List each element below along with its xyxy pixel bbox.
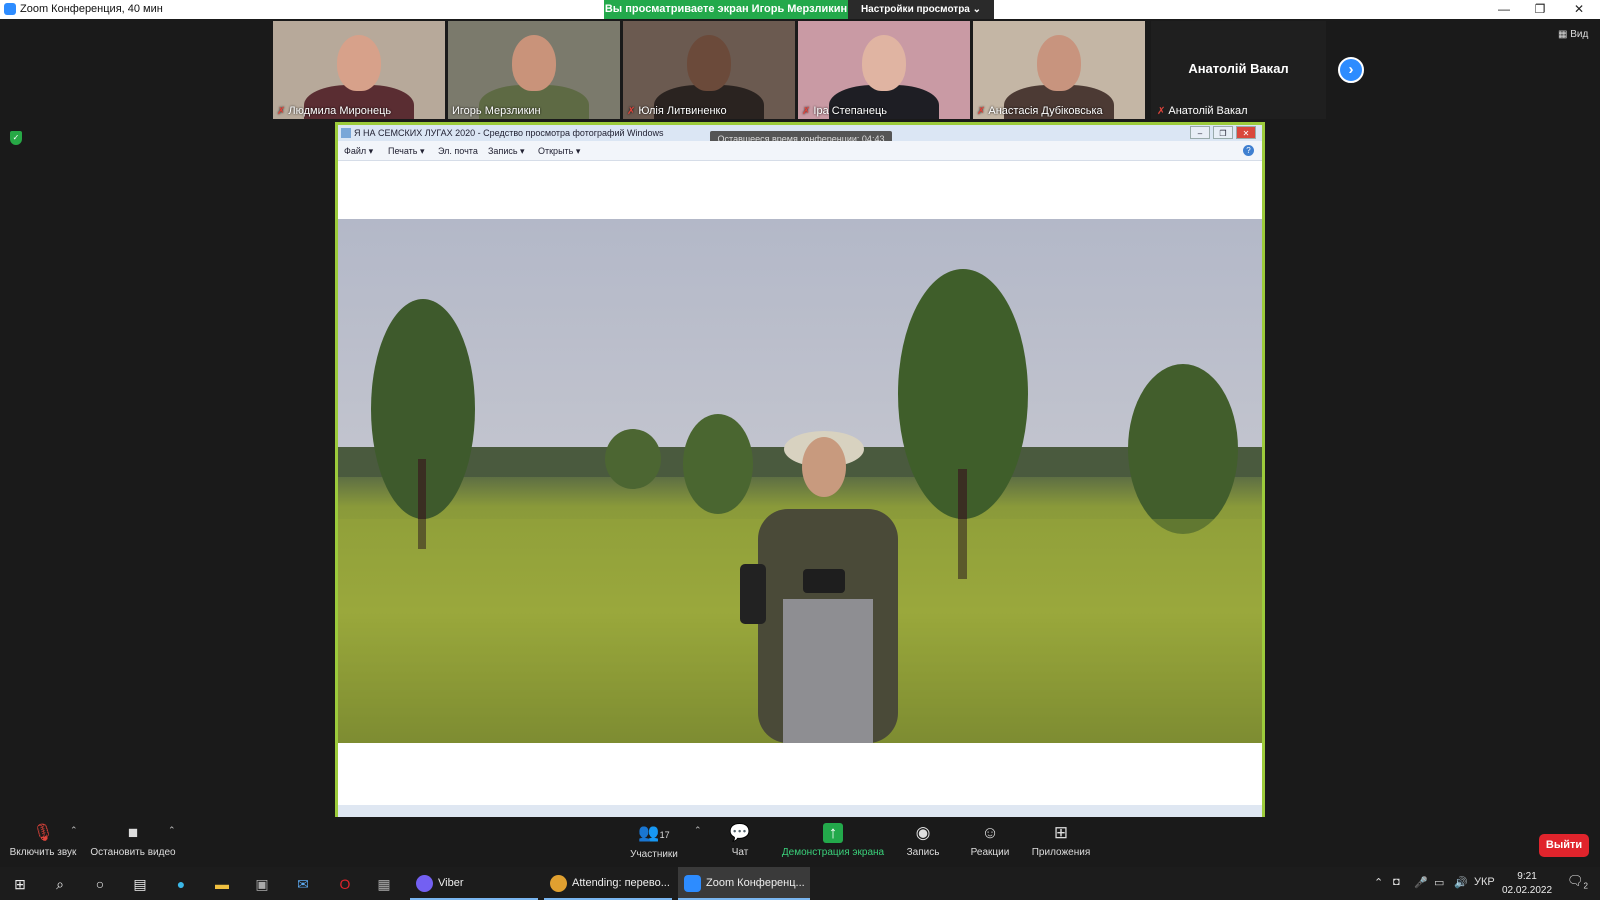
field-landscape-photo — [338, 269, 1262, 743]
system-clock[interactable]: 9:21 02.02.2022 — [1502, 870, 1552, 898]
stop-video-button[interactable]: ■ Остановить видео — [88, 823, 178, 858]
pv-restore-button: ❐ — [1213, 126, 1233, 139]
participant-name: ✗ Іра Степанець — [802, 105, 888, 117]
close-button[interactable]: ✕ — [1561, 0, 1597, 19]
zoom-icon — [684, 875, 701, 892]
shared-screen: Я НА СЕМСКИХ ЛУГАХ 2020 - Средство просм… — [335, 122, 1265, 822]
menu-burn: Запись ▾ — [488, 146, 525, 156]
participant-tile[interactable]: ✗ Анастасія Дубіковська — [973, 21, 1145, 119]
security-shield-icon[interactable]: ✓ — [10, 131, 22, 145]
opera-icon[interactable]: O — [336, 875, 354, 893]
record-icon: ◉ — [915, 823, 931, 842]
task-view-icon[interactable]: ▤ — [131, 875, 149, 893]
volume-icon[interactable]: 🔊 — [1454, 876, 1468, 889]
menu-file: Файл ▾ — [344, 146, 374, 156]
shared-photo — [338, 219, 1262, 743]
grid-icon: ▦ — [1558, 29, 1571, 40]
store-icon[interactable]: ▣ — [253, 875, 271, 893]
photo-viewer-menu: Файл ▾ Печать ▾ Эл. почта Запись ▾ Откры… — [338, 141, 1262, 161]
chat-button[interactable]: 💬 Чат — [725, 823, 755, 858]
participants-icon: 👥17 — [638, 823, 670, 842]
pv-close-button: ✕ — [1236, 126, 1256, 139]
search-icon[interactable]: ⌕ — [51, 875, 69, 893]
pv-minimize-button: – — [1190, 126, 1210, 139]
window-titlebar: Zoom Конференция, 40 мин Вы просматривае… — [0, 0, 1600, 19]
leave-meeting-button[interactable]: Выйти — [1539, 834, 1589, 857]
participant-name: ✗ Анастасія Дубіковська — [977, 105, 1103, 117]
share-screen-button[interactable]: ↑ Демонстрация экрана — [778, 823, 888, 858]
apps-button[interactable]: ⊞ Приложения — [1029, 823, 1093, 858]
participant-name: Игорь Мерзликин — [452, 105, 541, 117]
participant-tile[interactable]: Игорь Мерзликин — [448, 21, 620, 119]
video-options-chevron-icon[interactable]: ⌃ — [168, 825, 176, 836]
window-title: Zoom Конференция, 40 мин — [20, 3, 163, 15]
photo-viewer-icon — [341, 128, 351, 138]
smiley-icon: ☺ — [981, 823, 999, 842]
camera-icon: ■ — [127, 823, 139, 842]
participant-name: ✗ Людмила Миронець — [277, 105, 392, 117]
participant-tile[interactable]: ✗ Іра Степанець — [798, 21, 970, 119]
view-button[interactable]: ▦ Вид — [1558, 29, 1588, 40]
mic-muted-icon: ✗ — [627, 106, 636, 117]
network-icon[interactable]: ▭ — [1434, 876, 1444, 889]
windows-start-icon[interactable]: ⊞ — [11, 875, 29, 893]
mic-muted-icon: ✗ — [802, 106, 811, 117]
photo-viewer-title: Я НА СЕМСКИХ ЛУГАХ 2020 - Средство просм… — [354, 128, 664, 138]
apps-icon: ⊞ — [1053, 823, 1069, 842]
help-icon: ? — [1243, 145, 1254, 156]
face-shape — [337, 35, 381, 91]
participant-tile[interactable]: ✗ Юлія Литвиненко — [623, 21, 795, 119]
face-shape — [862, 35, 906, 91]
participants-options-chevron-icon[interactable]: ⌃ — [694, 825, 702, 836]
cortana-icon[interactable]: ○ — [91, 875, 109, 893]
participant-name: ✗ Юлія Литвиненко — [627, 105, 727, 117]
participants-button[interactable]: 👥17 Участники — [622, 823, 686, 860]
file-explorer-icon[interactable]: ▬ — [213, 875, 231, 893]
chrome-icon — [550, 875, 567, 892]
chat-icon: 💬 — [729, 823, 751, 842]
unmute-button[interactable]: 🎙 Включить звук — [8, 823, 78, 858]
restore-button[interactable]: ❐ — [1522, 0, 1558, 19]
audio-options-chevron-icon[interactable]: ⌃ — [70, 825, 78, 836]
input-language[interactable]: УКР — [1474, 876, 1495, 888]
participant-display-name: Анатолій Вакал — [1188, 61, 1289, 76]
windows-taskbar: ⊞ ⌕ ○ ▤ ● ▬ ▣ ✉ O ▦ Viber Attending: пер… — [0, 867, 1600, 900]
record-button[interactable]: ◉ Запись — [903, 823, 943, 858]
share-banner: Вы просматриваете экран Игорь Мерзликин — [604, 0, 848, 19]
face-shape — [1037, 35, 1081, 91]
mic-muted-icon: ✗ — [1157, 106, 1166, 117]
taskbar-zoom[interactable]: Zoom Конференц... — [678, 867, 810, 900]
face-shape — [512, 35, 556, 91]
taskbar-chrome[interactable]: Attending: перево... — [544, 867, 672, 900]
view-options-button[interactable]: Настройки просмотра ⌄ — [848, 0, 994, 19]
share-screen-icon: ↑ — [823, 823, 843, 843]
menu-open: Открыть ▾ — [538, 146, 581, 156]
mail-icon[interactable]: ✉ — [294, 875, 312, 893]
next-page-icon[interactable]: › — [1338, 57, 1364, 83]
minimize-button[interactable]: — — [1486, 0, 1522, 19]
notifications-icon[interactable]: 🗨2 — [1567, 873, 1588, 891]
edge-icon[interactable]: ● — [172, 875, 190, 893]
taskbar-viber[interactable]: Viber — [410, 867, 538, 900]
participant-tile[interactable]: ✗ Людмила Миронець — [273, 21, 445, 119]
zoom-app-icon — [4, 3, 16, 15]
calculator-icon[interactable]: ▦ — [375, 875, 393, 893]
mic-muted-icon: 🎙 — [32, 823, 54, 842]
mic-muted-icon: ✗ — [277, 106, 286, 117]
menu-email: Эл. почта — [438, 146, 478, 156]
participant-name: ✗ Анатолій Вакал — [1157, 105, 1248, 117]
participant-tile-no-video[interactable]: Анатолій Вакал ✗ Анатолій Вакал — [1151, 21, 1326, 119]
meeting-toolbar: 🎙 Включить звук ⌃ ■ Остановить видео ⌃ 👥17… — [0, 817, 1600, 867]
menu-print: Печать ▾ — [388, 146, 425, 156]
tray-app-icon[interactable]: ◘ — [1393, 876, 1400, 888]
tray-chevron-icon[interactable]: ⌃ — [1374, 876, 1383, 889]
microphone-tray-icon[interactable]: 🎤 — [1414, 876, 1428, 889]
reactions-button[interactable]: ☺ Реакции — [968, 823, 1012, 858]
viber-icon — [416, 875, 433, 892]
face-shape — [687, 35, 731, 91]
mic-muted-icon: ✗ — [977, 106, 986, 117]
